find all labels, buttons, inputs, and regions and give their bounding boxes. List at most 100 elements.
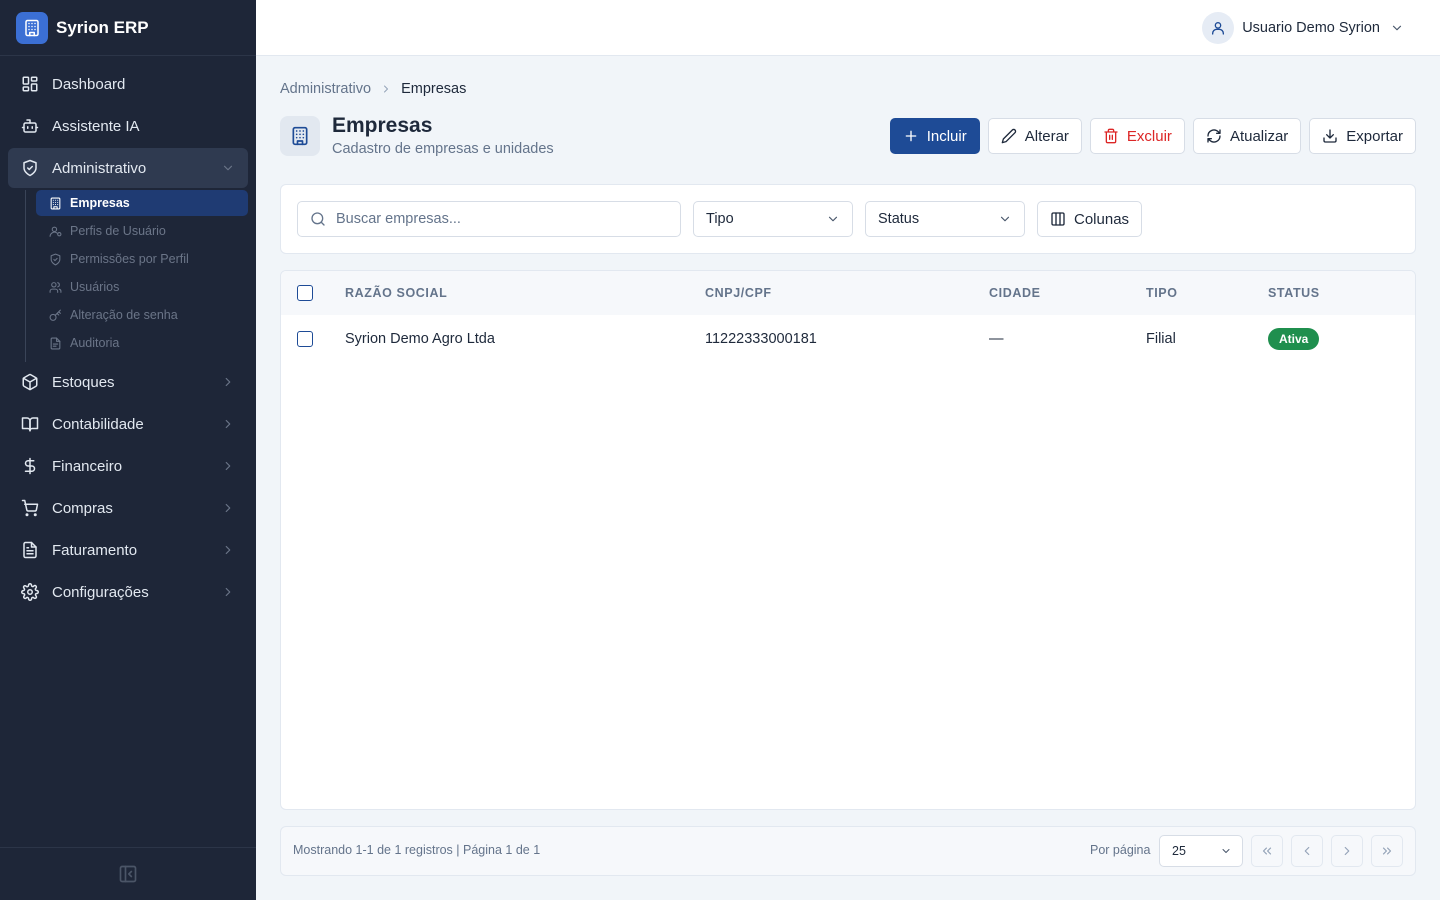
cell-cidade: — (989, 331, 1004, 347)
breadcrumb: Administrativo Empresas (280, 81, 466, 97)
building-icon (48, 196, 62, 210)
sidebar-item-label: Configurações (52, 583, 149, 601)
sidebar-subitem-usuarios[interactable]: Usuários (36, 274, 248, 300)
per-page-label: Por página (1090, 843, 1151, 857)
column-header[interactable]: TIPO (1146, 271, 1178, 315)
excluir-label: Excluir (1126, 127, 1172, 145)
pencil-icon (1001, 128, 1017, 144)
sidebar-subitem-label: Empresas (70, 196, 130, 210)
building-icon (280, 116, 320, 156)
last-page-button[interactable] (1371, 835, 1403, 867)
sidebar-item-dashboard[interactable]: Dashboard (8, 64, 248, 104)
search-input[interactable] (336, 211, 656, 227)
status-select-value: Status (878, 211, 920, 227)
row-checkbox[interactable] (297, 331, 313, 347)
column-header[interactable]: STATUS (1268, 271, 1320, 315)
sidebar-item-administrativo[interactable]: Administrativo (8, 148, 248, 188)
status-select[interactable]: Status (865, 201, 1025, 237)
breadcrumb-current: Empresas (401, 81, 467, 97)
sidebar: Syrion ERP Dashboard Assistente IA Admin… (0, 0, 256, 900)
excluir-button[interactable]: Excluir (1089, 118, 1185, 154)
gear-icon (20, 582, 40, 602)
atualizar-label: Atualizar (1229, 127, 1289, 145)
chevron-down-icon (998, 212, 1012, 226)
tipo-select[interactable]: Tipo (693, 201, 853, 237)
sidebar-item-compras[interactable]: Compras (8, 488, 248, 528)
shield-check-icon (48, 252, 62, 266)
sidebar-item-label: Administrativo (52, 159, 147, 177)
table-row[interactable]: Syrion Demo Agro Ltda 11222333000181 — F… (281, 315, 1415, 363)
sidebar-item-label: Contabilidade (52, 415, 144, 433)
incluir-label: Incluir (926, 127, 967, 145)
chevron-right-icon (1340, 844, 1354, 858)
column-header[interactable]: RAZÃO SOCIAL (345, 271, 447, 315)
chevron-right-icon (220, 416, 236, 432)
cell-tipo: Filial (1146, 331, 1176, 347)
pagination-bar: Mostrando 1-1 de 1 registros | Página 1 … (280, 826, 1416, 876)
column-header[interactable]: CIDADE (989, 271, 1041, 315)
page-title: Empresas (332, 114, 433, 137)
topbar: Usuario Demo Syrion (256, 0, 1440, 56)
exportar-button[interactable]: Exportar (1309, 118, 1416, 154)
prev-page-button[interactable] (1291, 835, 1323, 867)
sidebar-subitem-label: Perfis de Usuário (70, 224, 166, 238)
sidebar-item-label: Estoques (52, 373, 115, 391)
atualizar-button[interactable]: Atualizar (1192, 118, 1302, 154)
user-name: Usuario Demo Syrion (1242, 20, 1380, 36)
cart-icon (20, 498, 40, 518)
sidebar-item-configuracoes[interactable]: Configurações (8, 572, 248, 612)
sidebar-item-estoques[interactable]: Estoques (8, 362, 248, 402)
bot-icon (20, 116, 40, 136)
status-badge: Ativa (1268, 328, 1320, 350)
sidebar-item-label: Dashboard (52, 75, 126, 93)
audit-icon (48, 336, 62, 350)
sidebar-item-assistente-ia[interactable]: Assistente IA (8, 106, 248, 146)
toolbar: Incluir Alterar Excluir Atualizar Export… (889, 118, 1416, 154)
sidebar-collapse-icon[interactable] (118, 864, 138, 884)
refresh-icon (1206, 128, 1222, 144)
chevron-right-icon (220, 584, 236, 600)
sidebar-nav: Dashboard Assistente IA Administrativo E… (0, 56, 256, 612)
sidebar-item-contabilidade[interactable]: Contabilidade (8, 404, 248, 444)
app-name: Syrion ERP (56, 17, 149, 37)
user-icon (1202, 12, 1235, 44)
search-box[interactable] (297, 201, 681, 237)
sidebar-item-financeiro[interactable]: Financeiro (8, 446, 248, 486)
brand[interactable]: Syrion ERP (0, 0, 256, 56)
pagination-info: Mostrando 1-1 de 1 registros | Página 1 … (293, 843, 541, 857)
sidebar-item-faturamento[interactable]: Faturamento (8, 530, 248, 570)
plus-icon (903, 128, 919, 144)
column-header[interactable]: CNPJ/CPF (705, 271, 772, 315)
sidebar-subitem-alteracao-de-senha[interactable]: Alteração de senha (36, 302, 248, 328)
sidebar-subitem-perfis-de-usuario[interactable]: Perfis de Usuário (36, 218, 248, 244)
filters-bar: Tipo Status Colunas (280, 184, 1416, 254)
page-subtitle: Cadastro de empresas e unidades (332, 141, 554, 157)
chevron-right-icon (220, 500, 236, 516)
user-menu[interactable]: Usuario Demo Syrion (1202, 12, 1404, 44)
sidebar-subitem-auditoria[interactable]: Auditoria (36, 330, 248, 356)
package-icon (20, 372, 40, 392)
incluir-button[interactable]: Incluir (889, 118, 980, 154)
sidebar-item-label: Financeiro (52, 457, 123, 475)
chevron-right-icon (220, 374, 236, 390)
row-select-cell (297, 315, 313, 363)
chevron-right-icon (220, 542, 236, 558)
first-page-button[interactable] (1251, 835, 1283, 867)
per-page-select[interactable]: 25 (1159, 835, 1243, 867)
colunas-label: Colunas (1074, 210, 1130, 228)
breadcrumb-parent[interactable]: Administrativo (280, 81, 371, 97)
chevron-right-icon (380, 83, 392, 95)
sidebar-subitem-permissoes-por-perfil[interactable]: Permissões por Perfil (36, 246, 248, 272)
next-page-button[interactable] (1331, 835, 1363, 867)
sidebar-subitem-empresas[interactable]: Empresas (36, 190, 248, 216)
sidebar-footer (0, 847, 256, 900)
chevron-left-icon (1300, 844, 1314, 858)
shield-check-icon (20, 158, 40, 178)
colunas-button[interactable]: Colunas (1037, 201, 1143, 237)
chevron-down-icon (220, 160, 236, 176)
select-all-checkbox[interactable] (297, 285, 313, 301)
sidebar-subitem-label: Permissões por Perfil (70, 252, 189, 266)
cell-razao-social: Syrion Demo Agro Ltda (345, 331, 495, 347)
alterar-button[interactable]: Alterar (987, 118, 1082, 154)
columns-icon (1050, 211, 1066, 227)
